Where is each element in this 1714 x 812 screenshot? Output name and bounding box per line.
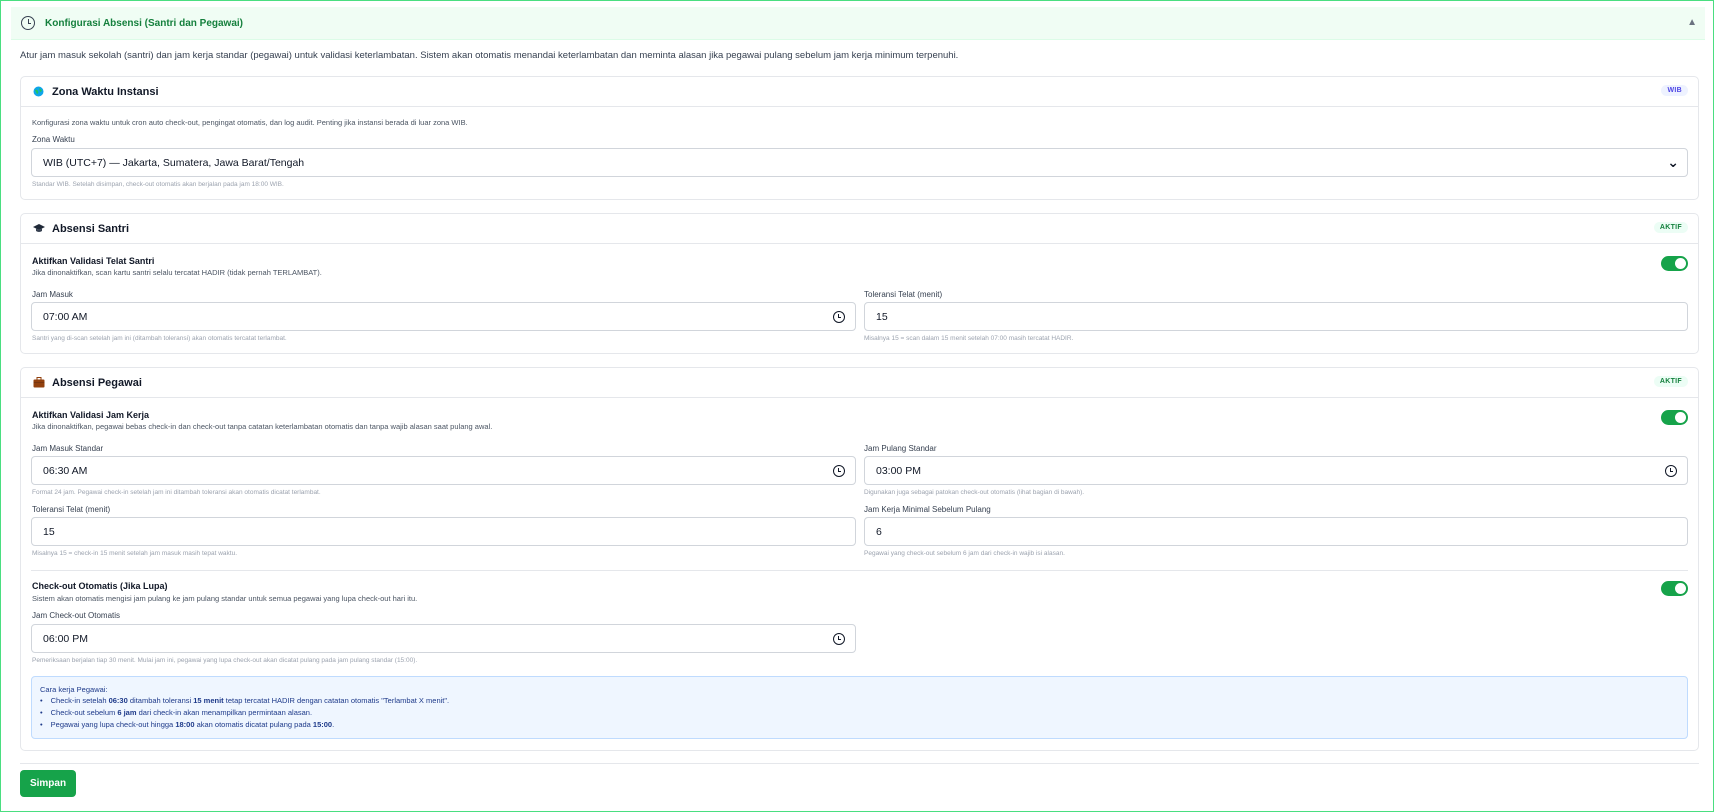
auto-checkout-toggle[interactable] [1661, 581, 1688, 596]
santri-jam-masuk-label: Jam Masuk [32, 290, 73, 299]
santri-toleransi-hint: Misalnya 15 = scan dalam 15 menit setela… [864, 335, 1074, 342]
timezone-label: Zona Waktu [32, 135, 75, 144]
timezone-description: Konfigurasi zona waktu untuk cron auto c… [32, 118, 468, 127]
santri-toleransi-label: Toleransi Telat (menit) [864, 290, 943, 299]
pegawai-card-header: Absensi Pegawai AKTIF [21, 368, 1698, 398]
wib-badge: WIB [1661, 85, 1688, 96]
santri-toleransi-input[interactable]: 15 [864, 302, 1688, 331]
info-item: Check-in setelah 06:30 ditambah tolerans… [40, 696, 449, 708]
info-list: Check-in setelah 06:30 ditambah tolerans… [40, 696, 449, 732]
briefcase-icon [33, 377, 45, 388]
pegawai-minimal-input[interactable]: 6 [864, 517, 1688, 546]
santri-status-badge: AKTIF [1653, 222, 1688, 233]
pegawai-jam-masuk-label: Jam Masuk Standar [32, 444, 104, 453]
clock-icon[interactable] [833, 311, 845, 323]
pegawai-validation-toggle[interactable] [1661, 410, 1688, 425]
timezone-card-header: Zona Waktu Instansi WIB [21, 77, 1698, 107]
timezone-card: Zona Waktu Instansi WIB Konfigurasi zona… [20, 76, 1699, 200]
santri-toggle-label: Aktifkan Validasi Telat Santri [32, 256, 155, 266]
divider [20, 763, 1699, 764]
auto-checkout-description: Sistem akan otomatis mengisi jam pulang … [32, 594, 418, 603]
pegawai-card: Absensi Pegawai AKTIF Aktifkan Validasi … [20, 367, 1699, 751]
pegawai-info-box: Cara kerja Pegawai: Check-in setelah 06:… [31, 676, 1688, 739]
auto-checkout-time-hint: Pemeriksaan berjalan tiap 30 menit. Mula… [32, 657, 418, 664]
clock-icon[interactable] [833, 633, 845, 645]
santri-card: Absensi Santri AKTIF Aktifkan Validasi T… [20, 213, 1699, 354]
pegawai-toggle-label: Aktifkan Validasi Jam Kerja [32, 410, 150, 420]
pegawai-minimal-value: 6 [876, 525, 882, 538]
pegawai-status-badge: AKTIF [1653, 376, 1688, 387]
clock-icon[interactable] [1665, 465, 1677, 477]
intro-text: Atur jam masuk sekolah (santri) dan jam … [20, 50, 959, 61]
pegawai-jam-masuk-value: 06:30 AM [43, 464, 88, 477]
pegawai-jam-pulang-label: Jam Pulang Standar [864, 444, 937, 453]
config-panel: Konfigurasi Absensi (Santri dan Pegawai)… [0, 0, 1714, 812]
clock-icon [21, 16, 35, 30]
divider [31, 570, 1688, 571]
pegawai-toleransi-input[interactable]: 15 [31, 517, 856, 546]
pegawai-jam-masuk-hint: Format 24 jam. Pegawai check-in setelah … [32, 489, 321, 496]
santri-jam-masuk-input[interactable]: 07:00 AM [31, 302, 856, 331]
auto-checkout-time-input[interactable]: 06:00 PM [31, 624, 856, 653]
timezone-select[interactable]: WIB (UTC+7) — Jakarta, Sumatera, Jawa Ba… [31, 148, 1688, 177]
santri-jam-masuk-hint: Santri yang di-scan setelah jam ini (dit… [32, 335, 287, 342]
save-button[interactable]: Simpan [20, 770, 76, 797]
santri-jam-masuk-value: 07:00 AM [43, 310, 88, 323]
santri-card-header: Absensi Santri AKTIF [21, 214, 1698, 244]
section-title: Konfigurasi Absensi (Santri dan Pegawai) [45, 17, 243, 29]
pegawai-jam-pulang-input[interactable]: 03:00 PM [864, 456, 1688, 485]
auto-checkout-time-label: Jam Check-out Otomatis [32, 611, 121, 620]
timezone-hint: Standar WIB. Setelah disimpan, check-out… [32, 181, 284, 188]
santri-toleransi-value: 15 [876, 310, 888, 323]
pegawai-jam-pulang-value: 03:00 PM [876, 464, 921, 477]
pegawai-card-title: Absensi Pegawai [52, 376, 142, 389]
pegawai-minimal-hint: Pegawai yang check-out sebelum 6 jam dar… [864, 550, 1065, 557]
graduation-cap-icon [33, 223, 45, 234]
santri-toggle-description: Jika dinonaktifkan, scan kartu santri se… [32, 268, 322, 277]
chevron-down-icon: ⌄ [1667, 154, 1679, 170]
pegawai-minimal-label: Jam Kerja Minimal Sebelum Pulang [864, 505, 991, 514]
santri-validation-toggle[interactable] [1661, 256, 1688, 271]
pegawai-toleransi-value: 15 [43, 525, 55, 538]
pegawai-toleransi-hint: Misalnya 15 = check-in 15 menit setelah … [32, 550, 238, 557]
globe-icon [33, 86, 44, 97]
clock-icon[interactable] [833, 465, 845, 477]
pegawai-toggle-description: Jika dinonaktifkan, pegawai bebas check-… [32, 422, 493, 431]
santri-card-title: Absensi Santri [52, 222, 130, 235]
info-title: Cara kerja Pegawai: [40, 685, 108, 694]
pegawai-toleransi-label: Toleransi Telat (menit) [32, 505, 111, 514]
info-item: Pegawai yang lupa check-out hingga 18:00… [40, 720, 449, 732]
section-header[interactable]: Konfigurasi Absensi (Santri dan Pegawai)… [11, 7, 1705, 40]
timezone-selected-value: WIB (UTC+7) — Jakarta, Sumatera, Jawa Ba… [43, 156, 305, 169]
info-item: Check-out sebelum 6 jam dari check-in ak… [40, 708, 449, 720]
pegawai-jam-masuk-input[interactable]: 06:30 AM [31, 456, 856, 485]
auto-checkout-time-value: 06:00 PM [43, 632, 88, 645]
pegawai-jam-pulang-hint: Digunakan juga sebagai patokan check-out… [864, 489, 1085, 496]
auto-checkout-label: Check-out Otomatis (Jika Lupa) [32, 581, 168, 591]
caret-up-icon[interactable]: ▲ [1687, 17, 1697, 28]
timezone-card-title: Zona Waktu Instansi [52, 85, 159, 98]
